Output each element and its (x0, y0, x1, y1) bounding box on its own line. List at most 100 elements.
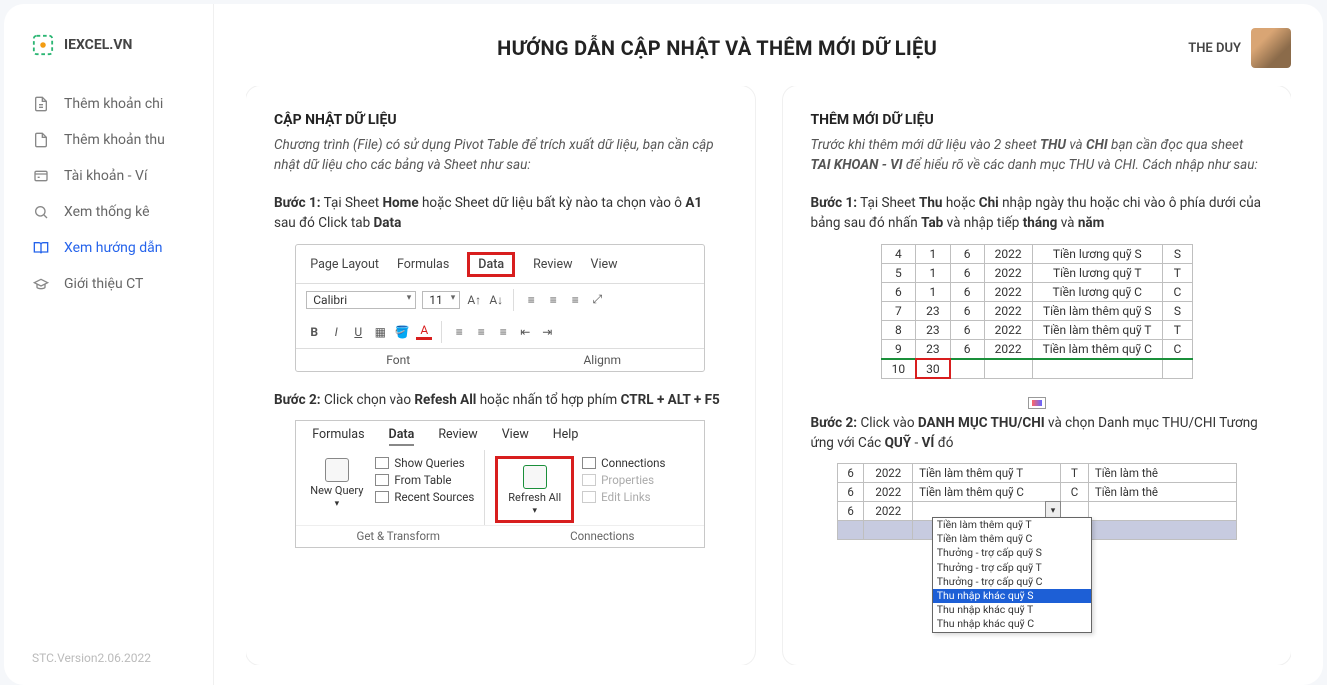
table-cell: 30 (916, 359, 951, 379)
table-cell: 23 (916, 339, 951, 359)
table-cell: 23 (916, 301, 951, 320)
tab2-data[interactable]: Data (389, 427, 415, 446)
app-root: IEXCEL.VN Thêm khoản chi Thêm khoản thu … (4, 4, 1323, 685)
font-size-dropdown[interactable]: 11 (422, 291, 460, 309)
table-cell: T (1162, 320, 1192, 339)
table-cell: 4 (881, 244, 916, 263)
user-block[interactable]: THE DUY (1188, 28, 1291, 68)
nav-label: Xem hướng dẫn (64, 240, 162, 256)
dropdown-option[interactable]: Tiền làm thêm quỹ T (933, 518, 1091, 532)
table-cell: Tiền lương quỹ C (1032, 282, 1162, 301)
dropdown-option[interactable]: Thu nhập khác quỹ C (933, 617, 1091, 631)
nav-add-income[interactable]: Thêm khoản thu (4, 122, 213, 158)
table-cell: S (1162, 301, 1192, 320)
new-query-button[interactable]: New Query ▾ (306, 456, 367, 523)
dropdown-option[interactable]: Thưởng - trợ cấp quỹ S (933, 546, 1091, 560)
font-name-dropdown[interactable]: Calibri (306, 291, 416, 309)
properties-button[interactable]: Properties (582, 473, 665, 487)
main: HƯỚNG DẪN CẬP NHẬT VÀ THÊM MỚI DỮ LIỆU T… (214, 4, 1323, 685)
fill-color-icon[interactable]: 🪣 (394, 324, 410, 340)
connections-button[interactable]: Connections (582, 456, 665, 470)
table-cell: C (1162, 339, 1192, 359)
table-cell: 6 (881, 282, 916, 301)
brand: IEXCEL.VN (4, 34, 213, 86)
underline-icon[interactable]: U (350, 324, 366, 340)
excel-ribbon-1: Page Layout Formulas Data Review View Ca… (295, 244, 705, 372)
increase-font-icon[interactable]: A↑ (466, 292, 482, 308)
avatar (1251, 28, 1291, 68)
table-cell: Tiền làm thê (1088, 483, 1236, 502)
dropdown-option[interactable]: Tiền làm thêm quỹ C (933, 532, 1091, 546)
nav-guide[interactable]: Xem hướng dẫn (4, 230, 213, 266)
tab-formulas[interactable]: Formulas (397, 257, 449, 272)
table-cell: 2022 (984, 301, 1032, 320)
table-cell: 2022 (984, 263, 1032, 282)
table-cell: 6 (950, 339, 984, 359)
bold-icon[interactable]: B (306, 324, 322, 340)
dropdown-option[interactable]: Thu nhập khác quỹ T (933, 603, 1091, 617)
show-queries-button[interactable]: Show Queries (375, 456, 474, 470)
table-cell: 2022 (984, 339, 1032, 359)
card-heading: THÊM MỚI DỮ LIỆU (811, 112, 1264, 128)
align-left-icon[interactable]: ≡ (451, 324, 467, 340)
table-cell: 6 (950, 301, 984, 320)
nav-accounts[interactable]: Tài khoản - Ví (4, 158, 213, 194)
indent-inc-icon[interactable]: ⇥ (539, 324, 555, 340)
table-cell: T (1162, 263, 1192, 282)
right-step-2: Bước 2: Click vào DANH MỤC THU/CHI và ch… (811, 413, 1264, 454)
font-row: Calibri 11 A↑ A↓ ≡ ≡ ≡ ⤢ (296, 284, 704, 316)
refresh-all-button[interactable]: Refresh All ▾ (495, 456, 574, 523)
card-intro: Chương trình (File) có sử dụng Pivot Tab… (274, 136, 727, 175)
nav-about[interactable]: Giới thiệu CT (4, 266, 213, 302)
ribbon-tabs: Page Layout Formulas Data Review View (296, 245, 704, 284)
dropdown-option[interactable]: Thưởng - trợ cấp quỹ C (933, 575, 1091, 589)
tab2-formulas[interactable]: Formulas (312, 427, 364, 446)
recent-sources-button[interactable]: Recent Sources (375, 490, 474, 504)
table-cell: Tiền làm thê (1088, 464, 1236, 483)
table-cell: 23 (916, 320, 951, 339)
nav-label: Giới thiệu CT (64, 276, 143, 292)
table-cell: 8 (881, 320, 916, 339)
table-cell: 9 (881, 339, 916, 359)
table-cell: 6 (950, 244, 984, 263)
orientation-icon[interactable]: ⤢ (589, 292, 605, 308)
align-center-icon[interactable]: ≡ (473, 324, 489, 340)
category-dropdown-list[interactable]: Tiền làm thêm quỹ TTiền làm thêm quỹ CTh… (932, 517, 1092, 632)
align-mid-icon[interactable]: ≡ (545, 292, 561, 308)
card-heading: CẬP NHẬT DỮ LIỆU (274, 112, 727, 128)
italic-icon[interactable]: I (328, 324, 344, 340)
tab2-review[interactable]: Review (438, 427, 477, 446)
decrease-font-icon[interactable]: A↓ (488, 292, 504, 308)
file-icon (32, 131, 50, 149)
font-color-icon[interactable]: A (416, 324, 432, 340)
tab-view[interactable]: View (590, 257, 617, 272)
tab-data[interactable]: Data (467, 252, 515, 277)
tab2-help[interactable]: Help (553, 427, 579, 446)
table-cell: 2022 (864, 502, 913, 521)
tab-page-layout[interactable]: Page Layout (310, 257, 379, 272)
table-cell: Tiền làm thêm quỹ C (1032, 339, 1162, 359)
format-row: B I U ▦ 🪣 A ≡ ≡ ≡ ⇤ ⇥ (296, 316, 704, 348)
border-icon[interactable]: ▦ (372, 324, 388, 340)
table-row: 62022Tiền làm thêm quỹ CCTiền làm thê (837, 483, 1236, 502)
dropdown-option[interactable]: Thưởng - trợ cấp quỹ T (933, 561, 1091, 575)
nav-add-expense[interactable]: Thêm khoản chi (4, 86, 213, 122)
indent-dec-icon[interactable]: ⇤ (517, 324, 533, 340)
table-cell (1088, 502, 1236, 521)
dropdown-option[interactable]: Thu nhập khác quỹ S (933, 589, 1091, 603)
sample-table-2: 62022Tiền làm thêm quỹ TTTiền làm thê620… (837, 463, 1237, 540)
align-bot-icon[interactable]: ≡ (567, 292, 583, 308)
from-table-button[interactable]: From Table (375, 473, 474, 487)
group-align-label: Alignm (500, 349, 704, 371)
edit-links-button[interactable]: Edit Links (582, 490, 665, 504)
tab-review[interactable]: Review (533, 257, 572, 272)
tab2-view[interactable]: View (502, 427, 529, 446)
wallet-icon (32, 167, 50, 185)
edit-links-icon (582, 491, 596, 503)
table-cell: 1 (916, 244, 951, 263)
align-top-icon[interactable]: ≡ (523, 292, 539, 308)
align-right-icon[interactable]: ≡ (495, 324, 511, 340)
nav-stats[interactable]: Xem thống kê (4, 194, 213, 230)
table-cell: 6 (837, 483, 864, 502)
table-cell: 6 (837, 502, 864, 521)
